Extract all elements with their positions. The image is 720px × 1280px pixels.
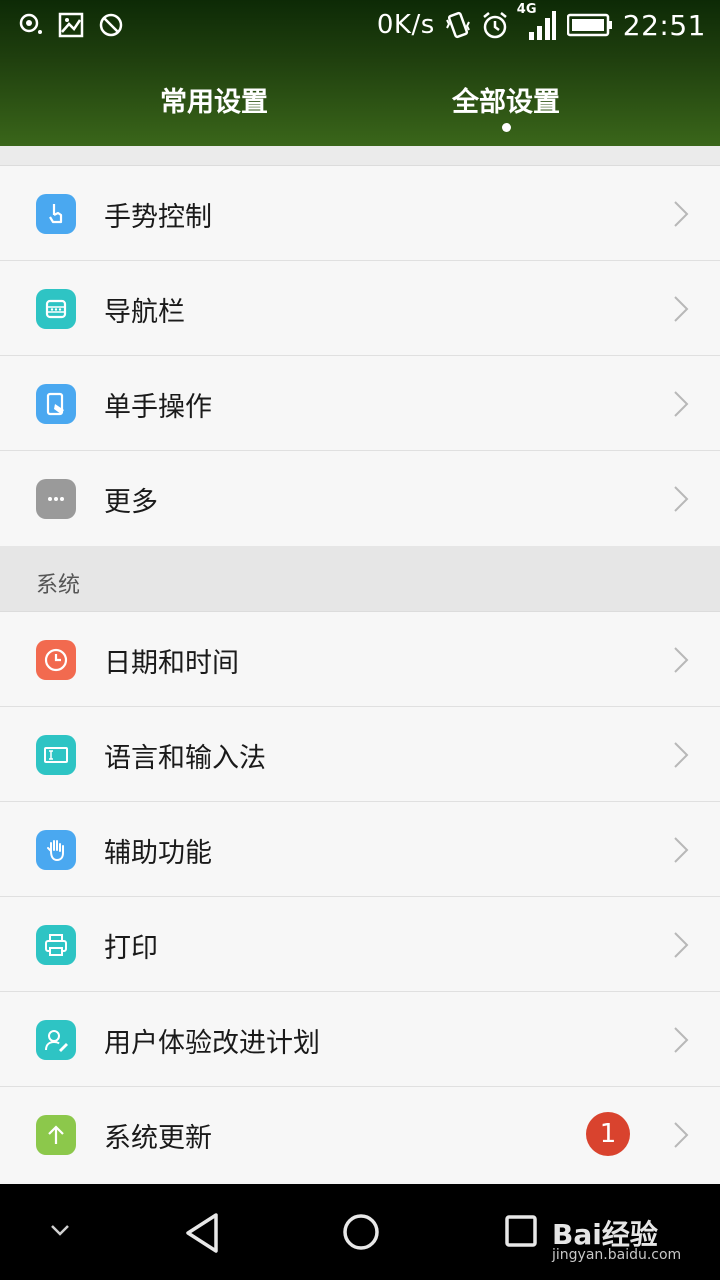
tab-bar: 常用设置 全部设置 (0, 60, 720, 146)
tab-all-settings[interactable]: 全部设置 (452, 80, 560, 119)
row-language-input[interactable]: 语言和输入法 (0, 707, 720, 802)
row-date-time[interactable]: 日期和时间 (0, 612, 720, 707)
chevron-right-icon (674, 837, 689, 863)
back-triangle-icon[interactable] (182, 1212, 222, 1254)
status-bar: 0K/s 4G 22:51 (0, 0, 720, 50)
section-header-system: 系统 (0, 546, 720, 612)
row-label: 辅助功能 (104, 838, 212, 869)
row-system-update[interactable]: 系统更新 1 (0, 1087, 720, 1182)
row-navigation-bar[interactable]: 导航栏 (0, 261, 720, 356)
section-title: 系统 (36, 573, 81, 598)
location-icon (19, 13, 42, 34)
row-print[interactable]: 打印 (0, 897, 720, 992)
printer-icon (36, 925, 76, 965)
watermark-url: jingyan.baidu.com (552, 1247, 682, 1263)
chevron-right-icon (674, 1027, 689, 1053)
more-icon (36, 479, 76, 519)
row-user-experience-program[interactable]: 用户体验改进计划 (0, 992, 720, 1087)
update-badge: 1 (586, 1112, 630, 1156)
row-one-hand-mode[interactable]: 单手操作 (0, 356, 720, 451)
user-edit-icon (36, 1020, 76, 1060)
row-label: 更多 (104, 487, 158, 518)
chevron-right-icon (674, 486, 689, 512)
settings-screen: 0K/s 4G 22:51 常用设置 全部设置 手势控制 导航栏 单手操作 更多… (0, 0, 720, 1280)
row-label: 打印 (104, 933, 158, 964)
chevron-down-icon[interactable] (50, 1224, 70, 1238)
header: 0K/s 4G 22:51 常用设置 全部设置 (0, 0, 720, 146)
recent-apps-square-icon[interactable] (504, 1214, 538, 1248)
one-hand-icon (36, 384, 76, 424)
hand-icon (36, 830, 76, 870)
alarm-icon (483, 12, 507, 39)
net-speed: 0K/s (376, 10, 435, 40)
row-more[interactable]: 更多 (0, 451, 720, 546)
chevron-right-icon (674, 201, 689, 227)
chevron-right-icon (674, 296, 689, 322)
row-label: 手势控制 (104, 202, 212, 233)
row-label: 单手操作 (104, 392, 212, 423)
home-circle-icon[interactable] (342, 1213, 380, 1251)
row-label: 语言和输入法 (104, 743, 266, 774)
row-label: 系统更新 (104, 1123, 212, 1154)
chevron-right-icon (674, 742, 689, 768)
row-label: 日期和时间 (104, 648, 239, 679)
tab-common-settings[interactable]: 常用设置 (160, 80, 268, 119)
active-tab-indicator (502, 123, 511, 132)
gesture-icon (36, 194, 76, 234)
clock-time: 22:51 (622, 8, 706, 42)
update-arrow-icon (36, 1115, 76, 1155)
row-accessibility[interactable]: 辅助功能 (0, 802, 720, 897)
vibrate-icon (445, 11, 470, 39)
settings-list: 手势控制 导航栏 单手操作 更多 系统 日期和时间 语言和输入法 辅助功能 打印… (0, 146, 720, 1184)
chevron-right-icon (674, 1122, 689, 1148)
image-icon (58, 12, 84, 38)
battery-icon (566, 13, 612, 37)
chevron-right-icon (674, 932, 689, 958)
keyboard-icon (36, 735, 76, 775)
row-gesture-control[interactable]: 手势控制 (0, 166, 720, 261)
row-label: 导航栏 (104, 297, 185, 328)
list-top-spacer (0, 146, 720, 166)
blocked-icon (99, 13, 123, 37)
row-label: 用户体验改进计划 (104, 1028, 320, 1059)
chevron-right-icon (674, 647, 689, 673)
chevron-right-icon (674, 391, 689, 417)
signal-icon: 4G (517, 2, 557, 42)
navbar-icon (36, 289, 76, 329)
clock-icon (36, 640, 76, 680)
